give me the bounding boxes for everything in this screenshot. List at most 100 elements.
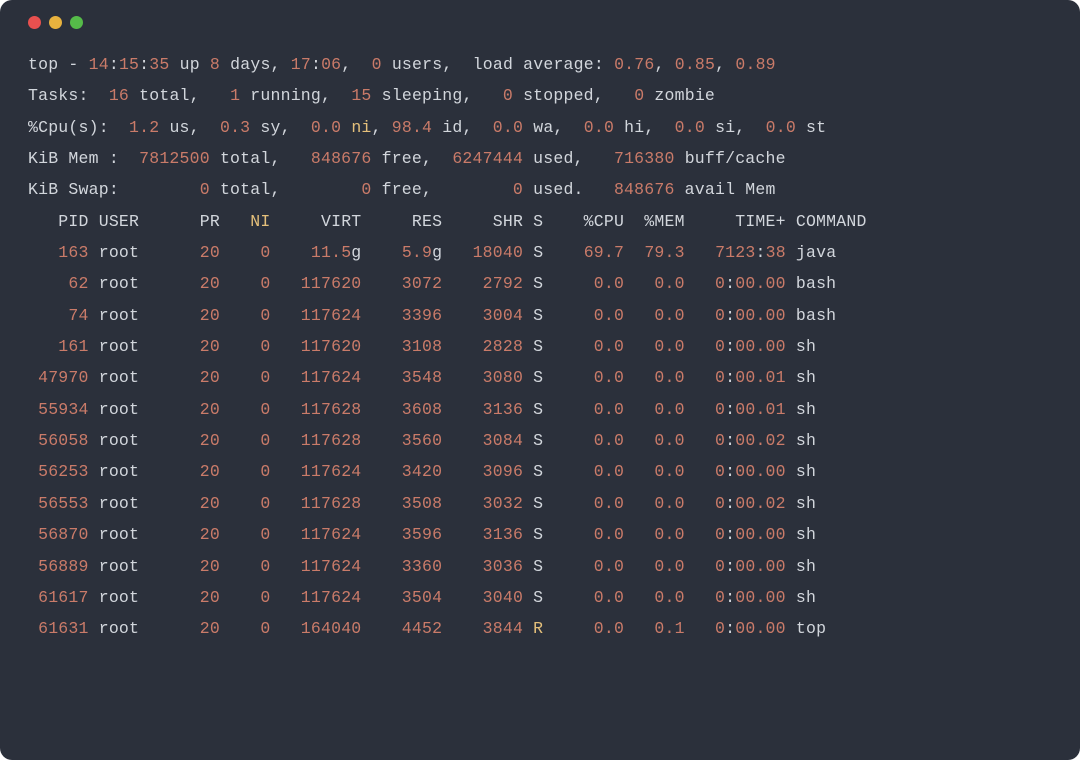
cell-user: root	[99, 525, 160, 544]
cell-cmd: sh	[796, 494, 816, 513]
cell-shr: 3080	[452, 368, 533, 387]
cell-mem: 0.0	[634, 525, 695, 544]
cell-virt: 117624	[281, 306, 372, 325]
hdr-s: S	[533, 212, 563, 231]
zoom-icon[interactable]	[70, 16, 83, 29]
cell-shr: 18040	[452, 243, 533, 262]
cell-mem: 79.3	[634, 243, 695, 262]
hdr-pr: PR	[159, 212, 230, 231]
cell-cpu: 0.0	[563, 619, 634, 638]
cell-state: S	[533, 431, 563, 450]
process-row: 56253 root 20 0 117624 3420 3096 S 0.0 0…	[28, 456, 1052, 487]
cell-state: R	[533, 619, 563, 638]
cell-res: 3396	[372, 306, 453, 325]
cell-user: root	[99, 557, 160, 576]
cell-res: 3608	[372, 400, 453, 419]
cell-cpu: 0.0	[563, 337, 634, 356]
cell-virt: 117624	[281, 462, 372, 481]
cell-cmd: top	[796, 619, 826, 638]
summary-uptime: top - 14:15:35 up 8 days, 17:06, 0 users…	[28, 49, 1052, 80]
cell-mem: 0.1	[634, 619, 695, 638]
cell-cmd: sh	[796, 400, 816, 419]
cell-pid: 47970	[28, 368, 99, 387]
load-1: 0.76	[614, 55, 654, 74]
cell-cmd: bash	[796, 274, 836, 293]
cell-virt: 117628	[281, 494, 372, 513]
cell-cpu: 0.0	[563, 274, 634, 293]
cell-pr: 20	[159, 494, 230, 513]
tasks-zombie: 0	[634, 86, 644, 105]
cell-res: 3072	[372, 274, 453, 293]
hdr-mem: %MEM	[634, 212, 695, 231]
cell-state: S	[533, 462, 563, 481]
cell-time: 0	[715, 588, 725, 607]
cell-cpu: 0.0	[563, 557, 634, 576]
cell-res: 3596	[372, 525, 453, 544]
cell-pid: 56253	[28, 462, 99, 481]
cell-res: 3504	[372, 588, 453, 607]
cell-virt: 117628	[281, 400, 372, 419]
process-row: 62 root 20 0 117620 3072 2792 S 0.0 0.0 …	[28, 268, 1052, 299]
cell-res: 3560	[372, 431, 453, 450]
cell-pr: 20	[159, 525, 230, 544]
cell-time: 0	[715, 306, 725, 325]
cell-user: root	[99, 400, 160, 419]
cell-time: 0	[715, 400, 725, 419]
cell-mem: 0.0	[634, 306, 695, 325]
summary-cpu: %Cpu(s): 1.2 us, 0.3 sy, 0.0 ni, 98.4 id…	[28, 112, 1052, 143]
cell-user: root	[99, 619, 160, 638]
cell-user: root	[99, 588, 160, 607]
cell-virt: 117624	[281, 525, 372, 544]
cell-ni: 0	[230, 431, 281, 450]
cell-cmd: sh	[796, 337, 816, 356]
cell-ni: 0	[230, 274, 281, 293]
window-controls	[28, 0, 1052, 49]
process-row: 56553 root 20 0 117628 3508 3032 S 0.0 0…	[28, 488, 1052, 519]
mem-free: 848676	[311, 149, 372, 168]
cell-cmd: bash	[796, 306, 836, 325]
hdr-shr: SHR	[452, 212, 533, 231]
cell-cpu: 69.7	[564, 243, 635, 262]
cell-time: 0	[715, 431, 725, 450]
cell-ni: 0	[230, 368, 281, 387]
uptime-h: 17	[291, 55, 311, 74]
close-icon[interactable]	[28, 16, 41, 29]
cell-time: 0	[715, 337, 725, 356]
process-row: 56889 root 20 0 117624 3360 3036 S 0.0 0…	[28, 551, 1052, 582]
cell-virt: 117620	[281, 337, 372, 356]
tasks-stopped: 0	[503, 86, 513, 105]
cell-pid: 61617	[28, 588, 99, 607]
cell-virt: 117628	[281, 431, 372, 450]
cell-pid: 56870	[28, 525, 99, 544]
cell-virt: 11.5	[281, 243, 352, 262]
cpu-st: 0.0	[766, 118, 796, 137]
hdr-user: USER	[99, 212, 160, 231]
cell-virt: 117624	[281, 368, 372, 387]
cell-cpu: 0.0	[563, 588, 634, 607]
cell-state: S	[533, 243, 563, 262]
cell-state: S	[533, 557, 563, 576]
cell-shr: 3084	[452, 431, 533, 450]
hdr-time: TIME+	[695, 212, 796, 231]
cell-state: S	[533, 306, 563, 325]
cell-cpu: 0.0	[563, 368, 634, 387]
cell-ni: 0	[230, 306, 281, 325]
cell-ni: 0	[230, 588, 281, 607]
cell-cmd: sh	[796, 431, 816, 450]
cell-ni: 0	[230, 619, 281, 638]
cell-ni: 0	[230, 557, 281, 576]
summary-swap: KiB Swap: 0 total, 0 free, 0 used. 84867…	[28, 174, 1052, 205]
minimize-icon[interactable]	[49, 16, 62, 29]
cell-pr: 20	[159, 368, 230, 387]
cell-mem: 0.0	[634, 557, 695, 576]
cell-cpu: 0.0	[563, 462, 634, 481]
cell-res: 3548	[372, 368, 453, 387]
cell-user: root	[99, 494, 160, 513]
cell-user: root	[99, 462, 160, 481]
cell-user: root	[99, 243, 160, 262]
tasks-sleeping: 15	[351, 86, 371, 105]
time-hh: 14	[89, 55, 109, 74]
swap-used: 0	[513, 180, 523, 199]
cell-ni: 0	[230, 525, 281, 544]
cell-cpu: 0.0	[563, 400, 634, 419]
